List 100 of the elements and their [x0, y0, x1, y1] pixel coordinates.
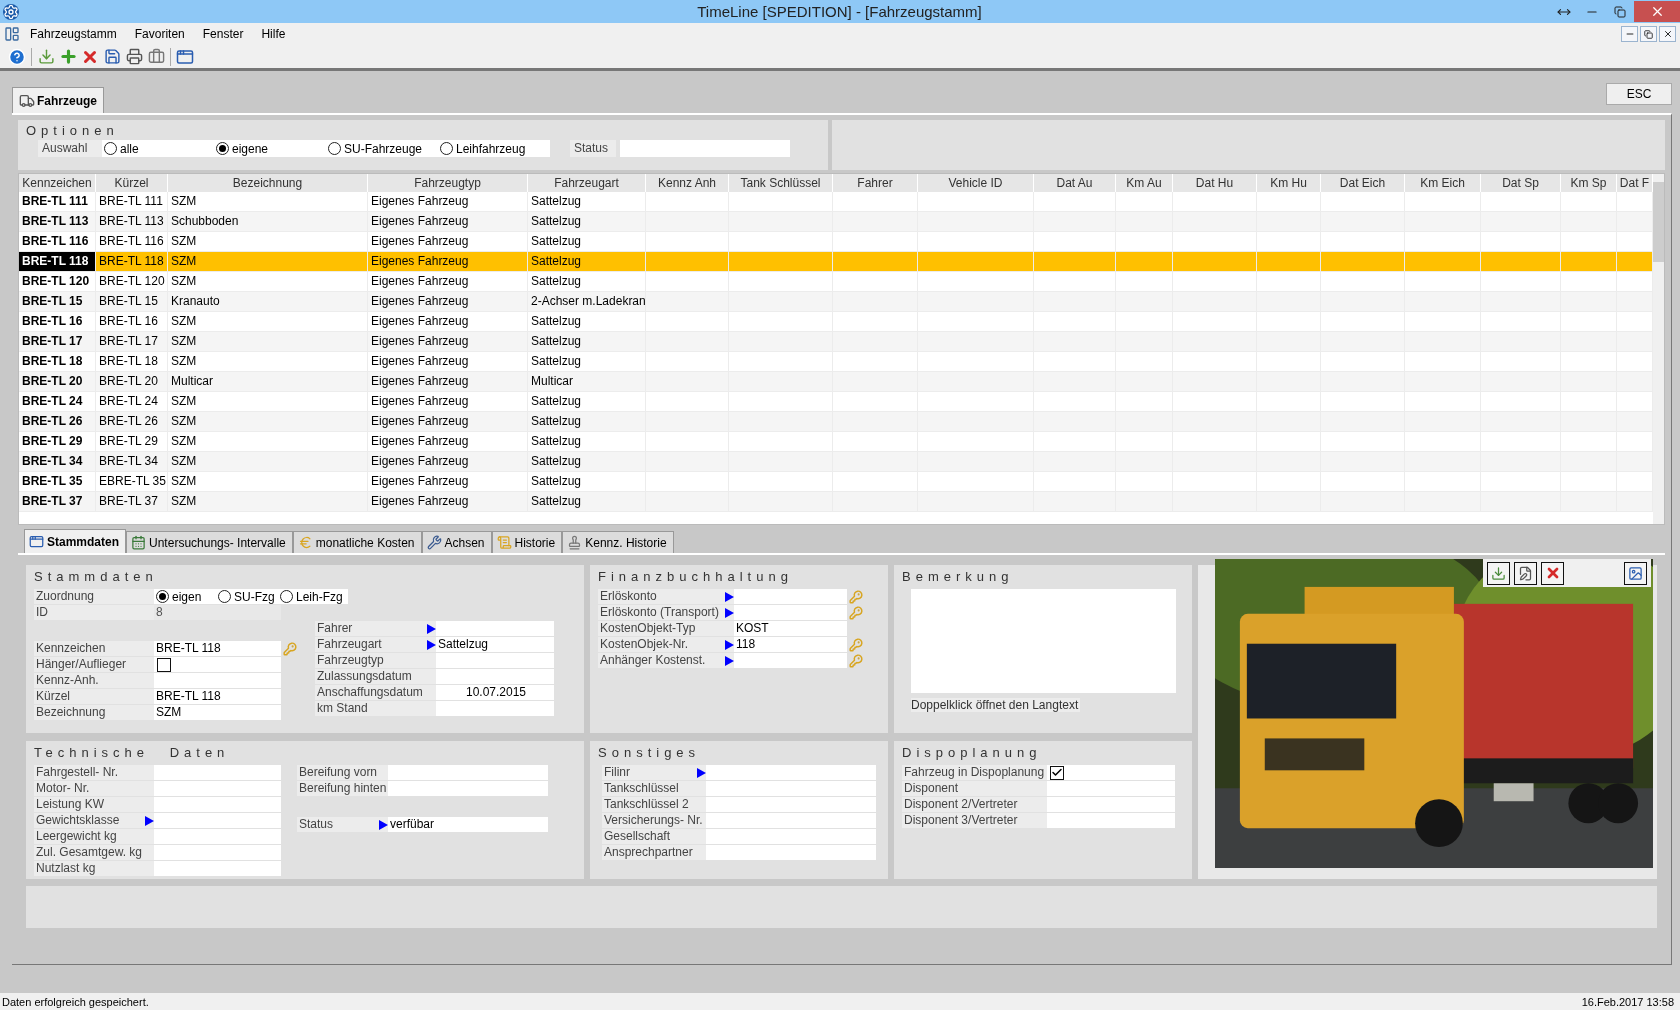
input-field[interactable] [734, 605, 847, 620]
table-row[interactable]: BRE-TL 34 BRE-TL 34 SZM Eigenes Fahrzeug Sattelzug [19, 452, 1653, 472]
input-field[interactable] [436, 701, 554, 716]
menu-item[interactable]: Hilfe [253, 25, 294, 43]
key-icon[interactable] [849, 589, 863, 604]
radio-button[interactable] [328, 142, 341, 155]
radio-button[interactable] [280, 590, 293, 603]
arrow-icon[interactable] [427, 623, 436, 634]
field-label: Gesellschaft [602, 829, 706, 844]
tab[interactable]: Kennz. Historie [562, 531, 674, 553]
input-field[interactable] [734, 589, 847, 604]
input-field[interactable]: 118 [734, 637, 847, 652]
arrow-icon[interactable] [725, 639, 734, 650]
key-icon[interactable] [283, 641, 297, 656]
input-field[interactable] [154, 781, 281, 796]
table-row[interactable]: BRE-TL 37 BRE-TL 37 SZM Eigenes Fahrzeug Sattelzug [19, 492, 1653, 512]
input-field[interactable] [706, 781, 876, 796]
arrow-icon[interactable] [725, 591, 734, 602]
input-field[interactable] [1047, 813, 1175, 828]
table-row[interactable]: BRE-TL 116 BRE-TL 116 SZM Eigenes Fahrzeug Sattelzug [19, 232, 1653, 252]
vehicles-tab[interactable]: Fahrzeuge [12, 87, 104, 113]
input-field[interactable] [1047, 797, 1175, 812]
input-field[interactable] [436, 669, 554, 684]
table-row[interactable]: BRE-TL 29 BRE-TL 29 SZM Eigenes Fahrzeug Sattelzug [19, 432, 1653, 452]
menu-item[interactable]: Fenster [194, 25, 252, 43]
radio-button[interactable] [218, 590, 231, 603]
esc-button[interactable]: ESC [1606, 83, 1672, 105]
table-row[interactable]: BRE-TL 20 BRE-TL 20 Multicar Eigenes Fahrzeug Multicar [19, 372, 1653, 392]
input-field[interactable] [706, 845, 876, 860]
input-field[interactable] [154, 861, 281, 876]
input-field[interactable] [154, 765, 281, 780]
tab[interactable]: Untersuchungs- Intervalle [126, 531, 293, 553]
table-row[interactable]: BRE-TL 17 BRE-TL 17 SZM Eigenes Fahrzeug Sattelzug [19, 332, 1653, 352]
input-field[interactable] [436, 621, 554, 636]
arrow-icon[interactable] [697, 767, 706, 778]
table-row[interactable]: BRE-TL 118 BRE-TL 118 SZM Eigenes Fahrzeug Sattelzug [19, 252, 1653, 272]
input-field[interactable] [706, 765, 876, 780]
scrollbar[interactable] [1653, 174, 1664, 524]
arrow-icon[interactable] [145, 815, 154, 826]
input-field[interactable] [734, 653, 847, 668]
minimize-button[interactable] [1621, 26, 1638, 42]
table-row[interactable]: BRE-TL 18 BRE-TL 18 SZM Eigenes Fahrzeug Sattelzug [19, 352, 1653, 372]
table-row[interactable]: BRE-TL 120 BRE-TL 120 SZM Eigenes Fahrzeug Sattelzug [19, 272, 1653, 292]
table-row[interactable]: BRE-TL 24 BRE-TL 24 SZM Eigenes Fahrzeug Sattelzug [19, 392, 1653, 412]
input-field[interactable]: 10.07.2015 [436, 685, 554, 700]
checkbox[interactable] [1050, 765, 1064, 780]
input-field[interactable]: BRE-TL 118 [154, 641, 281, 656]
arrow-icon[interactable] [725, 655, 734, 666]
input-field[interactable]: SZM [154, 705, 281, 720]
radio-button[interactable] [216, 142, 229, 155]
arrow-icon[interactable] [725, 607, 734, 618]
remark-field[interactable] [911, 589, 1176, 693]
table-row[interactable]: BRE-TL 16 BRE-TL 16 SZM Eigenes Fahrzeug Sattelzug [19, 312, 1653, 332]
input-field[interactable] [154, 813, 281, 828]
input-field[interactable]: Sattelzug [436, 637, 554, 652]
tab[interactable]: monatliche Kosten [292, 531, 422, 553]
table-row[interactable]: BRE-TL 113 BRE-TL 113 Schubboden Eigenes Fahrzeug Sattelzug [19, 212, 1653, 232]
input-field[interactable]: KOST [734, 621, 847, 636]
input-field[interactable] [154, 845, 281, 860]
key-icon[interactable] [849, 605, 863, 620]
radio-button[interactable] [440, 142, 453, 155]
close-button[interactable] [1659, 26, 1676, 42]
input-field[interactable] [154, 673, 281, 688]
menu-item[interactable]: Fahrzeugstamm [22, 25, 125, 43]
table-row[interactable]: BRE-TL 15 BRE-TL 15 Kranauto Eigenes Fahrzeug 2-Achser m.Ladekran [19, 292, 1653, 312]
status-field[interactable] [620, 140, 790, 157]
input-field[interactable] [388, 781, 548, 796]
table-row[interactable]: BRE-TL 111 BRE-TL 111 SZM Eigenes Fahrzeug Sattelzug [19, 192, 1653, 212]
delete-icon[interactable] [1541, 561, 1564, 585]
input-field[interactable] [706, 829, 876, 844]
restore-button[interactable] [1640, 26, 1657, 42]
key-icon[interactable] [849, 653, 863, 668]
tab[interactable]: Achsen [421, 531, 492, 553]
input-field[interactable] [1047, 781, 1175, 796]
tab[interactable]: Historie [491, 531, 563, 553]
key-icon[interactable] [849, 637, 863, 652]
tab[interactable]: Stammdaten [24, 529, 127, 553]
input-field[interactable] [154, 829, 281, 844]
menu-item[interactable]: Favoriten [126, 25, 193, 43]
arrow-icon[interactable] [427, 639, 436, 650]
image-icon[interactable] [1624, 561, 1647, 585]
field-label: Leergewicht kg [34, 829, 154, 844]
restore-icon[interactable] [1614, 5, 1626, 18]
input-field[interactable] [388, 765, 548, 780]
input-field[interactable] [436, 653, 554, 668]
arrow-icon[interactable] [379, 819, 388, 830]
input-field[interactable]: verfübar [388, 817, 548, 832]
edit-icon[interactable] [1514, 561, 1537, 585]
checkbox[interactable] [157, 657, 171, 672]
radio-button[interactable] [104, 142, 117, 155]
column-header[interactable]: Dat F [1617, 174, 1653, 192]
radio-button[interactable] [156, 590, 169, 603]
table-row[interactable]: BRE-TL 26 BRE-TL 26 SZM Eigenes Fahrzeug Sattelzug [19, 412, 1653, 432]
import-icon[interactable] [1487, 561, 1510, 585]
table-row[interactable]: BRE-TL 35 EBRE-TL 35 SZM Eigenes Fahrzeug Sattelzug [19, 472, 1653, 492]
field-label: Zulassungsdatum [315, 669, 436, 684]
input-field[interactable] [154, 797, 281, 812]
input-field[interactable] [706, 797, 876, 812]
input-field[interactable]: BRE-TL 118 [154, 689, 281, 704]
input-field[interactable] [706, 813, 876, 828]
